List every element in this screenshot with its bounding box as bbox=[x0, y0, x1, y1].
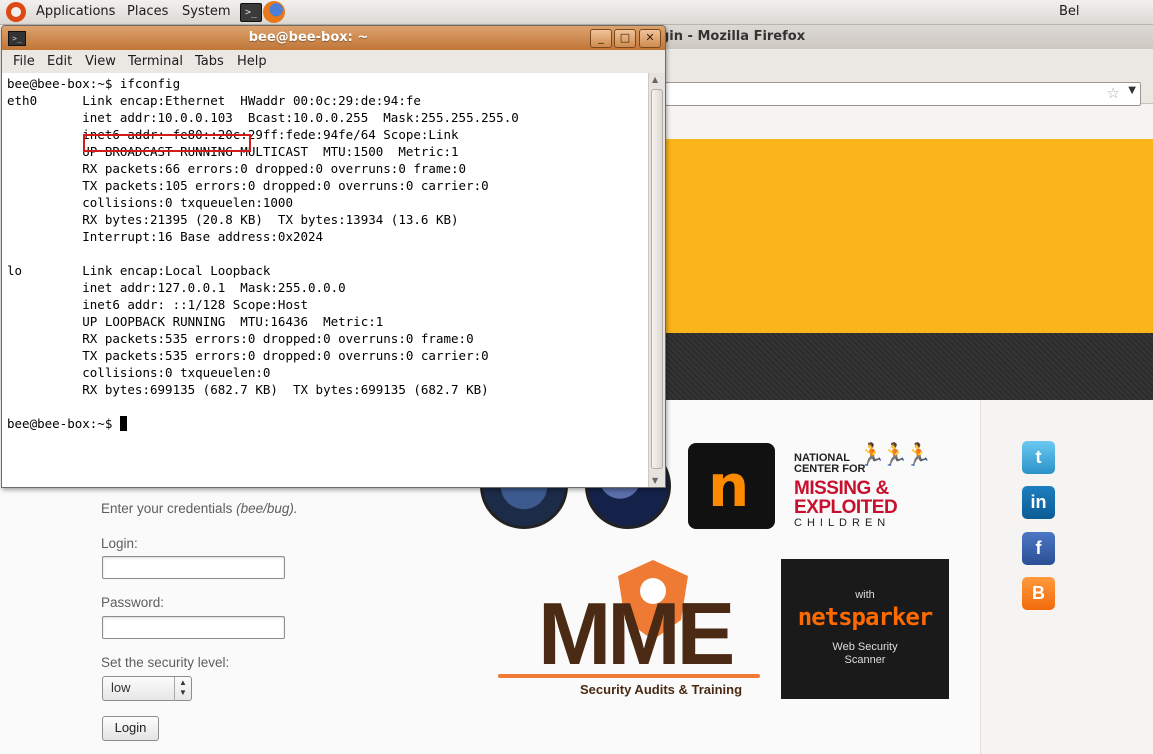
terminal-line: UP LOOPBACK RUNNING MTU:16436 Metric:1 bbox=[7, 314, 384, 329]
system-menu[interactable]: System bbox=[182, 4, 230, 19]
url-dropdown-icon[interactable]: ▼ bbox=[1128, 85, 1136, 96]
terminal-line: inet addr:127.0.0.1 Mask:255.0.0.0 bbox=[7, 280, 346, 295]
mme-letters: MME bbox=[538, 584, 735, 683]
menu-file[interactable]: File bbox=[13, 54, 35, 69]
netsparker-sub1: Web Security bbox=[832, 641, 898, 653]
user-menu[interactable]: Bel bbox=[1059, 4, 1080, 19]
menu-edit[interactable]: Edit bbox=[47, 54, 72, 69]
terminal-prompt: bee@bee-box:~$ bbox=[7, 416, 120, 431]
terminal-line: TX packets:535 errors:0 dropped:0 overru… bbox=[7, 348, 489, 363]
mme-logo[interactable]: MME Security Audits & Training bbox=[498, 560, 760, 700]
terminal-line: lo Link encap:Local Loopback bbox=[7, 263, 271, 278]
netsparker-logo[interactable]: with netsparker Web Security Scanner bbox=[781, 559, 949, 699]
blogger-icon[interactable]: B bbox=[1022, 577, 1055, 610]
ubuntu-logo-icon[interactable] bbox=[6, 2, 26, 22]
menu-help[interactable]: Help bbox=[237, 54, 267, 69]
terminal-line: TX packets:105 errors:0 dropped:0 overru… bbox=[7, 178, 489, 193]
ncmec-line3: MISSING & bbox=[794, 478, 889, 499]
runners-icon: 🏃🏃🏃 bbox=[858, 443, 932, 468]
terminal-launcher-icon[interactable]: >_ bbox=[240, 3, 262, 22]
minimize-button[interactable]: _ bbox=[590, 29, 612, 48]
security-level-select[interactable]: low ▲ ▼ bbox=[102, 676, 192, 701]
bookmark-star-icon[interactable]: ☆ bbox=[1107, 84, 1120, 102]
ip-highlight-box bbox=[83, 134, 251, 152]
login-input[interactable] bbox=[102, 556, 285, 579]
password-label: Password: bbox=[101, 595, 165, 610]
terminal-line: Interrupt:16 Base address:0x2024 bbox=[7, 229, 324, 244]
terminal-line: inet6 addr: ::1/128 Scope:Host bbox=[7, 297, 309, 312]
menu-tabs[interactable]: Tabs bbox=[195, 54, 224, 69]
terminal-line: inet addr:10.0.0.103 Bcast:10.0.0.255 Ma… bbox=[7, 110, 519, 125]
terminal-menubar: File Edit View Terminal Tabs Help bbox=[2, 50, 665, 74]
n-sponsor-logo[interactable]: n bbox=[688, 443, 775, 529]
terminal-line: RX packets:535 errors:0 dropped:0 overru… bbox=[7, 331, 474, 346]
terminal-title: bee@bee-box: ~ bbox=[248, 30, 369, 45]
terminal-titlebar[interactable]: >_ bee@bee-box: ~ _ □ ✕ bbox=[2, 26, 665, 50]
terminal-window: >_ bee@bee-box: ~ _ □ ✕ File Edit View T… bbox=[1, 25, 666, 488]
terminal-cursor bbox=[119, 416, 127, 431]
terminal-line: eth0 Link encap:Ethernet HWaddr 00:0c:29… bbox=[7, 93, 421, 108]
scrollbar-thumb[interactable] bbox=[651, 89, 663, 469]
terminal-line: bee@bee-box:~$ ifconfig bbox=[7, 76, 181, 91]
ncmec-line2: CENTER FOR bbox=[794, 463, 866, 475]
terminal-line: RX bytes:699135 (682.7 KB) TX bytes:6991… bbox=[7, 382, 489, 397]
terminal-line: RX packets:66 errors:0 dropped:0 overrun… bbox=[7, 161, 467, 176]
terminal-prompt-line: bee@bee-box:~$ bbox=[7, 415, 519, 432]
terminal-line: collisions:0 txqueuelen:0 bbox=[7, 365, 271, 380]
credentials-hint: Enter your credentials (bee/bug). bbox=[101, 501, 298, 516]
scroll-down-icon[interactable]: ▼ bbox=[652, 476, 658, 485]
places-menu[interactable]: Places bbox=[127, 4, 168, 19]
netsparker-with: with bbox=[855, 589, 875, 601]
security-level-label: Set the security level: bbox=[101, 655, 230, 670]
terminal-scrollbar[interactable]: ▲ ▼ bbox=[648, 73, 665, 487]
security-level-value: low bbox=[111, 680, 131, 695]
top-panel: Applications Places System >_ Bel bbox=[0, 0, 1153, 25]
firefox-launcher-icon[interactable] bbox=[263, 1, 285, 23]
menu-terminal[interactable]: Terminal bbox=[128, 54, 183, 69]
menu-view[interactable]: View bbox=[85, 54, 116, 69]
password-input[interactable] bbox=[102, 616, 285, 639]
ncmec-line4: EXPLOITED bbox=[794, 497, 898, 518]
netsparker-sub2: Scanner bbox=[844, 654, 886, 666]
mme-swoosh bbox=[498, 674, 760, 678]
ncmec-line5: CHILDREN bbox=[794, 517, 891, 529]
scroll-up-icon[interactable]: ▲ bbox=[652, 75, 658, 84]
url-bar[interactable]: ☆ ▼ bbox=[665, 82, 1141, 106]
firefox-title: gin - Mozilla Firefox bbox=[660, 29, 806, 44]
applications-menu[interactable]: Applications bbox=[36, 4, 115, 19]
terminal-output: bee@bee-box:~$ ifconfig eth0 Link encap:E… bbox=[7, 75, 519, 432]
ncmec-logo[interactable]: 🏃🏃🏃 NATIONAL CENTER FOR MISSING & EXPLOI… bbox=[792, 443, 937, 531]
login-button[interactable]: Login bbox=[102, 716, 159, 741]
linkedin-icon[interactable]: in bbox=[1022, 486, 1055, 519]
netsparker-brand: netsparker bbox=[797, 603, 934, 631]
facebook-icon[interactable]: f bbox=[1022, 532, 1055, 565]
mme-tagline: Security Audits & Training bbox=[580, 682, 743, 697]
twitter-icon[interactable]: t bbox=[1022, 441, 1055, 474]
spinner-arrows-icon[interactable]: ▲ ▼ bbox=[174, 677, 191, 701]
terminal-line: collisions:0 txqueuelen:1000 bbox=[7, 195, 293, 210]
terminal-line: RX bytes:21395 (20.8 KB) TX bytes:13934 … bbox=[7, 212, 459, 227]
login-label: Login: bbox=[101, 536, 138, 551]
maximize-button[interactable]: □ bbox=[614, 29, 636, 48]
close-button[interactable]: ✕ bbox=[639, 29, 661, 48]
